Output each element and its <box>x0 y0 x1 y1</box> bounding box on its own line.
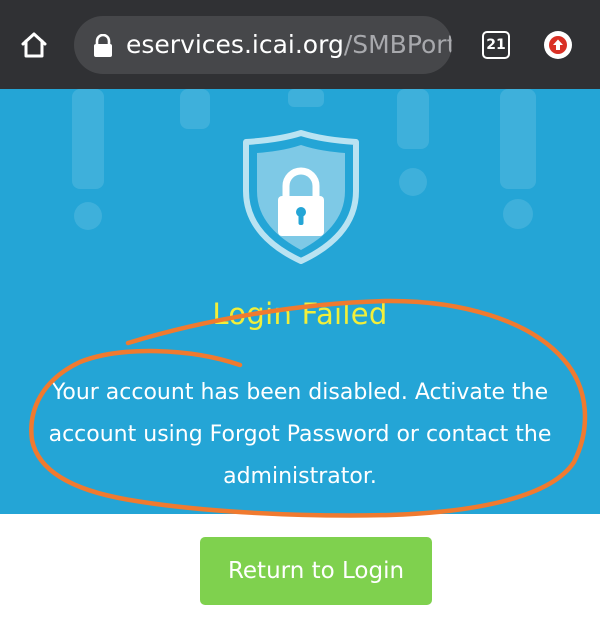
browser-toolbar: eservices.icai.org/SMBPortal 21 <box>0 0 600 89</box>
error-panel: Login Failed Your account has been disab… <box>0 89 600 514</box>
home-icon <box>21 32 47 58</box>
tab-count: 21 <box>486 37 506 53</box>
home-button[interactable] <box>16 27 52 63</box>
return-to-login-button[interactable]: Return to Login <box>200 537 432 605</box>
error-message: Your account has been disabled. Activate… <box>48 380 552 489</box>
update-icon <box>549 36 567 54</box>
url-path: /SMBPortal <box>343 30 452 59</box>
url-host: eservices.icai.org <box>126 30 344 59</box>
error-title: Login Failed <box>212 297 388 331</box>
address-bar[interactable]: eservices.icai.org/SMBPortal <box>74 16 452 74</box>
url-text: eservices.icai.org/SMBPortal <box>126 29 452 61</box>
update-button[interactable] <box>544 31 572 59</box>
shield-lock-icon <box>243 130 359 264</box>
lock-icon <box>94 34 112 57</box>
tabs-button[interactable]: 21 <box>482 31 510 59</box>
